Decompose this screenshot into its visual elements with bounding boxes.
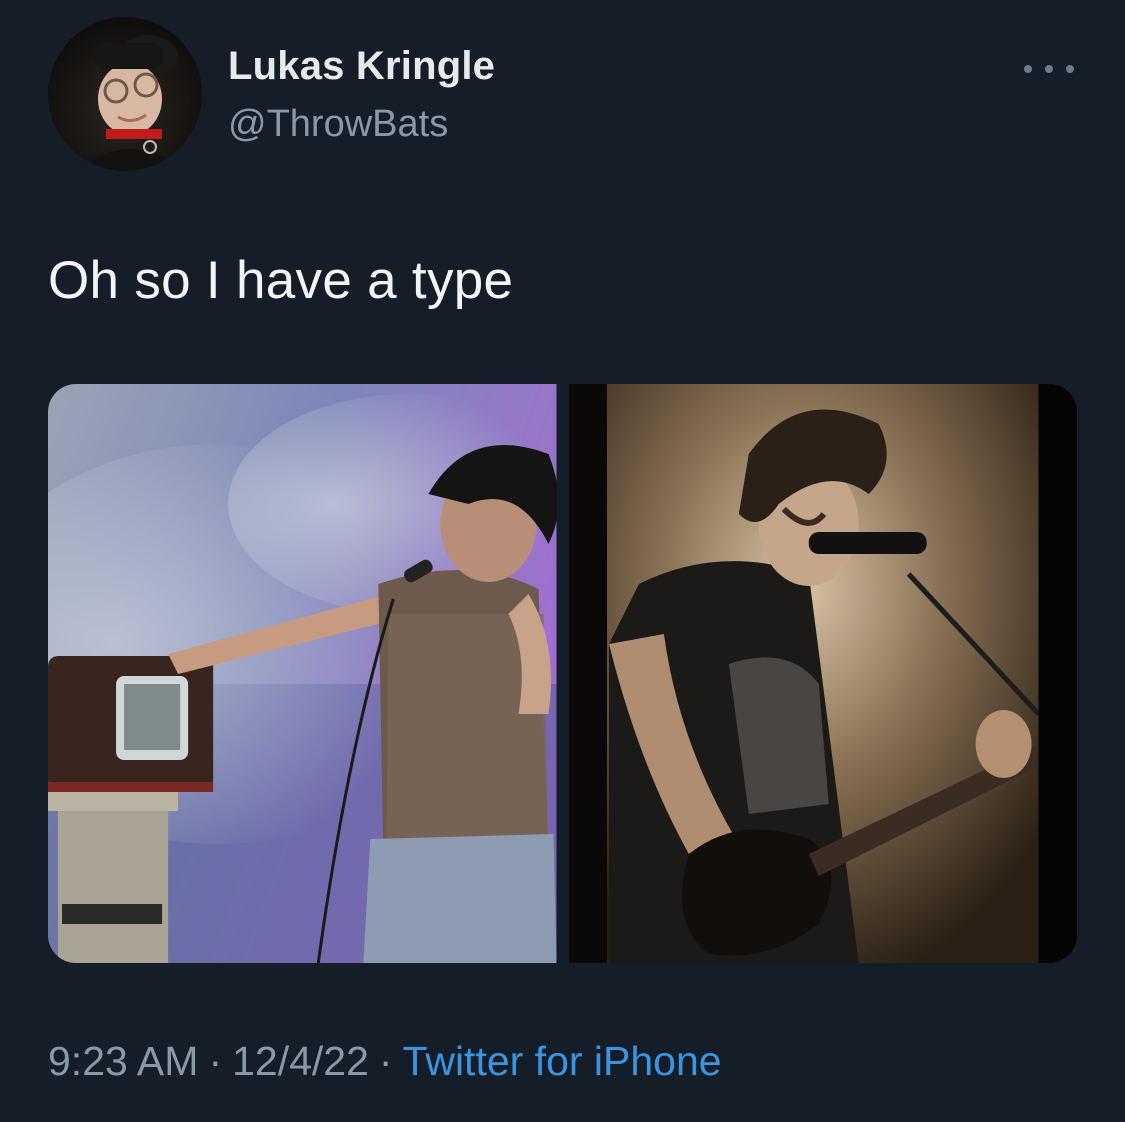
avatar-image [48,17,202,171]
user-handle[interactable]: @ThrowBats [228,103,448,146]
photo-singer-with-tv[interactable] [48,384,557,963]
photo-image [48,384,557,963]
more-options-button[interactable] [1024,58,1074,80]
separator: · [378,1038,393,1084]
more-dot [1066,65,1074,73]
display-name[interactable]: Lukas Kringle [228,44,495,89]
tweet-time[interactable]: 9:23 AM [48,1038,198,1084]
photo-guitarist-with-mic[interactable] [568,384,1077,963]
tweet-date[interactable]: 12/4/22 [232,1038,369,1084]
tweet-meta: 9:23 AM · 12/4/22 · Twitter for iPhone [48,1038,722,1085]
avatar[interactable] [48,17,202,171]
photo-image [568,384,1077,963]
more-dot [1045,65,1053,73]
tweet-text: Oh so I have a type [48,251,514,310]
tweet-media [48,384,1077,963]
more-dots-icon [1024,65,1032,73]
separator: · [208,1038,223,1084]
tweet-source-link[interactable]: Twitter for iPhone [403,1038,722,1084]
